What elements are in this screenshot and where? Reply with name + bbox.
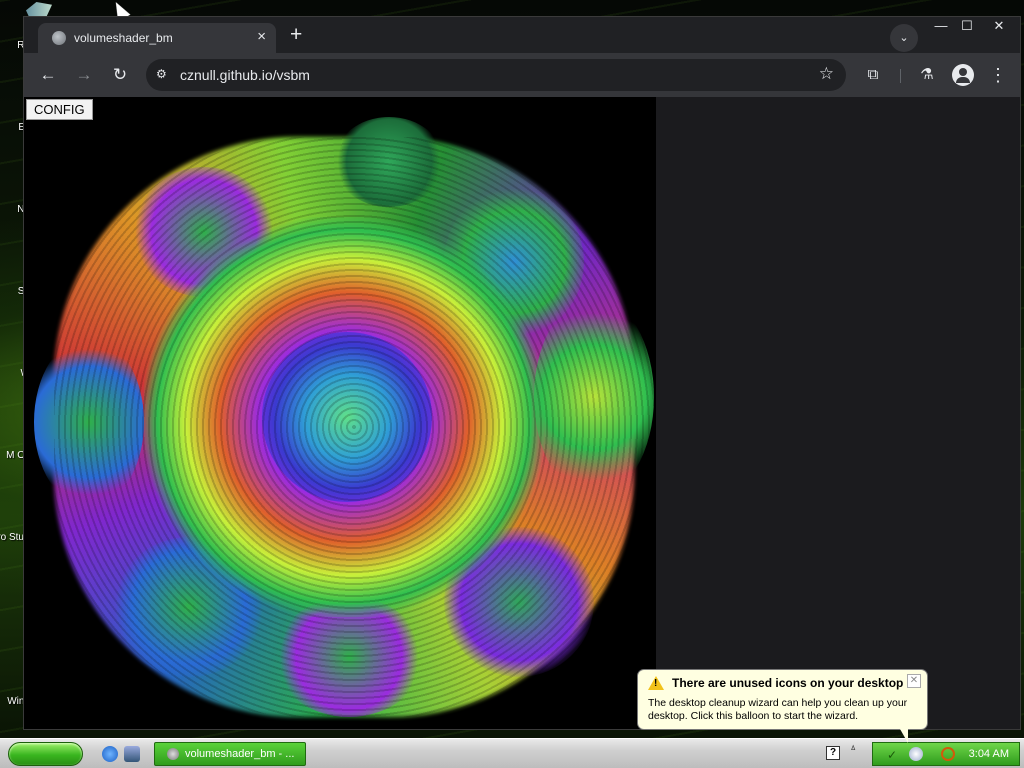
internet-explorer-icon[interactable] (102, 746, 118, 762)
page-content: CONFIG (24, 97, 1020, 729)
toolbar-divider (900, 69, 901, 83)
desktop-icon-label[interactable]: Micro Stu (0, 532, 24, 544)
balloon-title: There are unused icons on your desktop (672, 676, 904, 690)
tray-icon-network[interactable] (909, 747, 923, 761)
desktop-icon-label[interactable]: M O (0, 450, 25, 462)
notification-balloon[interactable]: ! There are unused icons on your desktop… (637, 669, 928, 743)
tab-volumeshader[interactable]: volumeshader_bm × (38, 23, 276, 53)
fractal-canvas[interactable]: CONFIG (24, 97, 656, 729)
tab-close-icon[interactable]: × (257, 28, 266, 46)
clock[interactable]: 3:04 AM (969, 748, 1009, 760)
config-button[interactable]: CONFIG (26, 99, 93, 120)
menu-kebab-icon[interactable]: ⋮ (987, 64, 1009, 86)
taskbar-button-browser[interactable]: volumeshader_bm - ... (154, 742, 306, 766)
address-bar[interactable]: ⚙ cznull.github.io/vsbm ☆ (146, 59, 846, 91)
taskbar-button-label: volumeshader_bm - ... (185, 748, 295, 760)
tab-strip: volumeshader_bm × + ⌄ — ☐ ✕ (24, 17, 1020, 53)
bookmark-star-icon[interactable]: ☆ (819, 64, 834, 84)
tray-chevron-icon[interactable]: ㅿ (849, 743, 857, 753)
extensions-icon[interactable]: ⧉ (862, 64, 884, 86)
tab-title: volumeshader_bm (74, 31, 173, 45)
warning-mark: ! (654, 678, 658, 689)
labs-flask-icon[interactable]: ⚗ (916, 64, 938, 86)
back-button[interactable]: ← (37, 64, 59, 86)
balloon-body: The desktop cleanup wizard can help you … (648, 697, 908, 722)
quick-launch-icon[interactable] (124, 746, 140, 762)
forward-button[interactable]: → (73, 64, 95, 86)
browser-window: volumeshader_bm × + ⌄ — ☐ ✕ ← → ↻ ⚙ cznu… (23, 16, 1021, 730)
desktop-logo-glyph (26, 2, 52, 16)
start-button[interactable] (8, 742, 83, 766)
site-info-icon[interactable]: ⚙ (156, 67, 167, 81)
tray-icon-arrow[interactable]: ✓ (887, 748, 897, 762)
url-text[interactable]: cznull.github.io/vsbm (180, 67, 310, 83)
help-icon[interactable]: ? (826, 746, 840, 760)
browser-taskbar-icon (167, 748, 179, 760)
tab-search-button[interactable]: ⌄ (890, 24, 918, 52)
reload-button[interactable]: ↻ (109, 64, 131, 86)
maximize-button[interactable]: ☐ (952, 17, 982, 35)
browser-toolbar: ← → ↻ ⚙ cznull.github.io/vsbm ☆ ⧉ ⚗ ⋮ (24, 53, 1020, 97)
new-tab-button[interactable]: + (290, 24, 302, 45)
tray-icon-search[interactable] (941, 747, 955, 761)
globe-favicon-icon (52, 31, 66, 45)
close-window-button[interactable]: ✕ (984, 17, 1014, 35)
balloon-close-button[interactable]: ✕ (907, 674, 921, 688)
profile-avatar-icon[interactable] (952, 64, 974, 86)
taskbar: volumeshader_bm - ... ? ㅿ ✓ 3:04 AM (0, 738, 1024, 768)
fractal-texture (54, 137, 654, 717)
system-tray: ✓ 3:04 AM (872, 742, 1020, 766)
